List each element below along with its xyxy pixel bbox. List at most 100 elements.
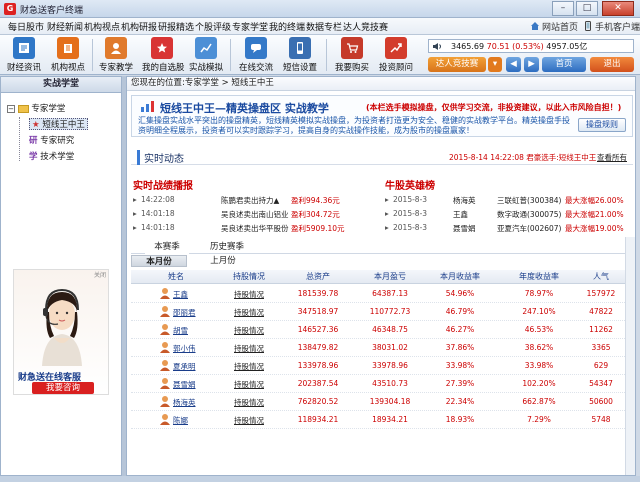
view-all-link[interactable]: 查看所有 [597, 152, 627, 163]
trader-name-link[interactable]: 王鑫 [173, 289, 188, 300]
banner-disclaimer: (本栏选手模拟操盘，仅供学习交流，非投资建议，以此入市风险自担！) [366, 103, 622, 112]
table-row[interactable]: 杨海英 持股情况 762820.52 139304.18 22.34% 662.87% 50… [131, 393, 633, 411]
ad-close-button[interactable]: 关闭 [94, 270, 106, 279]
cell-yret: 78.97% [524, 289, 554, 298]
toolbar-buy-button[interactable]: 我要购买 [332, 37, 372, 73]
menu-item-daily-market[interactable]: 每日股市 [8, 20, 44, 33]
left-panel: 实战学堂 − 专家学堂 ★ 短线王中王 研 专家研究 学 技术学堂 关闭 财急送… [0, 76, 122, 476]
menu-item-data-column[interactable]: 数据专栏 [306, 20, 342, 33]
tree-item-expert-research[interactable]: 研 专家研究 [29, 135, 74, 147]
tree-item-short-king[interactable]: ★ 短线王中王 [29, 118, 88, 130]
holding-link[interactable]: 持股情况 [219, 325, 279, 336]
site-home-link[interactable]: 网站首页 [542, 20, 578, 33]
mobile-client-link[interactable]: 手机客户端 [595, 20, 640, 33]
header-month-pnl[interactable]: 本月盈亏 [355, 270, 425, 284]
menu-item-institution-view[interactable]: 机构视点 [84, 20, 120, 33]
menu-item-contest[interactable]: 达人竞技赛 [343, 20, 388, 33]
hero-date: 2015-8-3 [393, 209, 428, 218]
trader-name-link[interactable]: 郭小伟 [173, 343, 196, 354]
menu-item-research-picks[interactable]: 研报精选 [158, 20, 194, 33]
contest-button[interactable]: 达人竞技赛 [428, 57, 486, 72]
tab-this-month[interactable]: 本月份 [131, 255, 187, 267]
header-name[interactable]: 姓名 [151, 270, 201, 284]
exit-button[interactable]: 退出 [590, 57, 634, 72]
tree-item-tech-school[interactable]: 学 技术学堂 [29, 151, 74, 163]
toolbar-my-stocks-button[interactable]: 我的自选股 [142, 37, 185, 73]
dropdown-button[interactable]: ▾ [488, 57, 502, 72]
holding-link[interactable]: 持股情况 [219, 379, 279, 390]
table-row[interactable]: 夏承明 持股情况 133978.96 33978.96 33.98% 33.98% 629 [131, 357, 633, 375]
back-arrow-icon[interactable]: ◀ [506, 57, 521, 72]
holding-link[interactable]: 持股情况 [219, 307, 279, 318]
home-button[interactable]: 首页 [542, 57, 586, 72]
vertical-scrollbar[interactable] [625, 237, 635, 475]
breadcrumb: 您现在的位置:专家学堂 > 短线王中王 [127, 77, 635, 91]
cell-yret: 33.98% [524, 361, 554, 370]
menu-item-expert-school[interactable]: 专家学堂 [232, 20, 268, 33]
header-total-assets[interactable]: 总资产 [283, 270, 353, 284]
table-row[interactable]: 王鑫 持股情况 181539.78 64387.13 54.96% 78.97% 15797… [131, 285, 633, 303]
cell-mret: 33.98% [445, 361, 475, 370]
table-row[interactable]: 邵丽君 持股情况 347518.97 110772.73 46.79% 247.10% 47… [131, 303, 633, 321]
consult-button[interactable]: 我要咨询 [32, 382, 94, 394]
trader-name-link[interactable]: 夏承明 [173, 361, 196, 372]
toolbar-sms-settings-button[interactable]: 短信设置 [280, 37, 320, 73]
toolbar-expert-teaching-button[interactable]: 专家教学 [96, 37, 136, 73]
user-avatar-icon [160, 288, 170, 299]
cell-yret: 247.10% [522, 307, 556, 316]
trader-name-link[interactable]: 杨海英 [173, 397, 196, 408]
hero-value: 最大涨幅26.00% [565, 196, 624, 205]
study-icon: 学 [29, 152, 38, 162]
header-year-return[interactable]: 年度收益率 [501, 270, 577, 284]
cell-mret: 22.34% [445, 397, 475, 406]
maximize-button[interactable]: □ [576, 1, 598, 16]
speaker-icon[interactable] [432, 42, 442, 51]
rules-button[interactable]: 操盘规则 [578, 118, 626, 132]
menu-item-institution-research[interactable]: 机构研报 [121, 20, 157, 33]
trader-name-link[interactable]: 胡雪 [173, 325, 188, 336]
collapse-icon[interactable]: − [7, 104, 15, 113]
minimize-button[interactable]: – [552, 1, 574, 16]
table-row[interactable]: 胡雪 持股情况 146527.36 46348.75 46.27% 46.53% 11262 [131, 321, 633, 339]
bullet-icon: ▸ [133, 209, 137, 218]
menu-item-finance-news[interactable]: 财经新闻 [47, 20, 83, 33]
battle-value: 盈利994.36元 [291, 196, 340, 205]
header-holding[interactable]: 持股情况 [219, 270, 279, 284]
toolbar-advisor-button[interactable]: 投资顾问 [376, 37, 416, 73]
bullet-icon: ▸ [133, 223, 137, 232]
forward-arrow-icon[interactable]: ▶ [524, 57, 539, 72]
customer-service-ad[interactable]: 关闭 财急送在线客服 我要咨询 [13, 269, 109, 395]
holding-link[interactable]: 持股情况 [219, 361, 279, 372]
cell-mret: 27.39% [445, 379, 475, 388]
finance-news-icon [13, 37, 35, 59]
tab-history-season[interactable]: 历史赛季 [197, 242, 257, 254]
table-row[interactable]: 聂雪娟 持股情况 202387.54 43510.73 27.39% 102.20% 543… [131, 375, 633, 393]
holding-link[interactable]: 持股情况 [219, 415, 279, 426]
cell-pnl: 110772.73 [369, 307, 411, 316]
header-popularity[interactable]: 人气 [577, 270, 625, 284]
trader-name-link[interactable]: 聂雪娟 [173, 379, 196, 390]
toolbar-online-chat-button[interactable]: 在线交流 [236, 37, 276, 73]
table-row[interactable]: 郭小伟 持股情况 138479.82 38031.02 37.86% 38.62% 3365 [131, 339, 633, 357]
tab-last-month[interactable]: 上月份 [193, 255, 253, 267]
holding-link[interactable]: 持股情况 [219, 397, 279, 408]
folder-icon [17, 104, 29, 113]
tree-root-expert-school[interactable]: − 专家学堂 [7, 103, 65, 115]
trader-name-link[interactable]: 邵丽君 [173, 307, 196, 318]
header-month-return[interactable]: 本月收益率 [425, 270, 495, 284]
breadcrumb-current[interactable]: 短线王中王 [231, 78, 274, 88]
trader-name-link[interactable]: 陈娜 [173, 415, 188, 426]
hero-date: 2015-8-3 [393, 195, 428, 204]
menu-item-stock-rating[interactable]: 个股评级 [195, 20, 231, 33]
tab-current-season[interactable]: 本赛季 [145, 242, 189, 254]
holding-link[interactable]: 持股情况 [219, 289, 279, 300]
table-row[interactable]: 陈娜 持股情况 118934.21 18934.21 18.93% 7.29% 5748 [131, 411, 633, 429]
toolbar-label: 实战模拟 [188, 63, 223, 73]
toolbar-finance-news-button[interactable]: 财经资讯 [4, 37, 44, 73]
close-button[interactable]: ✕ [602, 1, 634, 16]
menu-item-my-terminal[interactable]: 我的终端 [269, 20, 305, 33]
toolbar-simulation-button[interactable]: 实战模拟 [186, 37, 226, 73]
menu-bar: 每日股市 财经新闻 机构视点 机构研报 研报精选 个股评级 专家学堂 我的终端 … [0, 18, 640, 35]
holding-link[interactable]: 持股情况 [219, 343, 279, 354]
toolbar-institution-view-button[interactable]: 机构视点 [48, 37, 88, 73]
